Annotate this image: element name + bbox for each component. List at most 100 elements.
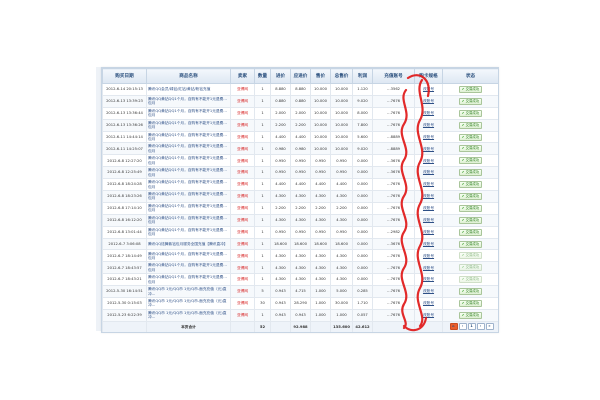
card-spec-cell[interactable]: 改账号 bbox=[414, 130, 443, 144]
product-name-cell[interactable]: 腾讯QQ会员/绿钻/红钻/黄钻/粉钻充值 bbox=[146, 83, 231, 96]
unit-price-cell: 1.000 bbox=[310, 297, 331, 310]
product-name-cell[interactable]: 腾讯QQ黄钻QQ1个月，自购有不能开1元退费…包月 bbox=[146, 178, 231, 192]
card-spec-cell[interactable]: 改账号 bbox=[414, 106, 443, 120]
status-label: 交易成功 bbox=[465, 217, 480, 222]
seller-name-cell: 亚博网 bbox=[230, 225, 255, 239]
table-row: 2012-6-7 18:43:21 腾讯QQ黄钻QQ1个月，自购有不能开1元退费…… bbox=[102, 273, 498, 287]
status-label: 交易成功 bbox=[465, 146, 480, 151]
total-quantity-cell: 52 bbox=[254, 320, 271, 332]
transaction-success-button[interactable]: ✔交易成功 bbox=[458, 299, 483, 307]
card-spec-cell[interactable]: 改账号 bbox=[414, 94, 443, 108]
card-spec-cell[interactable]: 改账号 bbox=[414, 166, 443, 180]
last-page-button[interactable]: » bbox=[485, 323, 494, 331]
product-name-cell[interactable]: 腾讯QQ黄钻QQ1个月，自购有不能开1元退费…包月 bbox=[146, 118, 231, 132]
unit-cost-cell: 4.300 bbox=[270, 261, 291, 275]
status-label: 交易成功 bbox=[465, 110, 480, 115]
product-name-cell[interactable]: 腾讯QQ黄钻QQ1个月，自购有不能开1元退费…包月 bbox=[146, 154, 231, 168]
seller-name-cell: 亚博网 bbox=[230, 297, 255, 310]
product-name-cell[interactable]: 腾讯QQ黄钻QQ1个月，自购有不能开1元退费…包月 bbox=[146, 249, 231, 263]
card-spec-cell[interactable]: 改账号 bbox=[414, 213, 443, 227]
product-name-cell[interactable]: 腾讯QQ黄钻QQ1个月，自购有不能开1元退费…包月 bbox=[146, 94, 231, 108]
transaction-success-button[interactable]: ✔交易成功 bbox=[458, 145, 483, 153]
seller-name-cell: 亚博网 bbox=[230, 201, 255, 215]
card-spec-cell[interactable]: 改账号 bbox=[414, 261, 443, 275]
transaction-success-button[interactable]: ✔交易成功 bbox=[458, 216, 483, 224]
product-name-cell[interactable]: 腾讯QQ黄钻QQ1个月，自购有不能开1元退费…包月 bbox=[146, 225, 231, 239]
transaction-success-button[interactable]: ✔交易成功 bbox=[458, 252, 483, 260]
transaction-success-button[interactable]: ✔交易成功 bbox=[458, 181, 483, 189]
card-spec-cell[interactable]: 改账号 bbox=[414, 154, 443, 168]
transaction-success-button[interactable]: ✔交易成功 bbox=[458, 192, 483, 200]
home-icon[interactable]: ⌂ bbox=[449, 323, 458, 331]
order-history-panel: 购买日期 商品名称 卖家 数量 进价 应进价 售价 总售价 利润 充值账号 购卡规格 状态 2012-… bbox=[101, 67, 499, 333]
transaction-success-button[interactable]: ✔交易成功 bbox=[458, 204, 483, 212]
card-spec-cell[interactable]: 改账号 bbox=[414, 201, 443, 215]
cost-total-cell: 0.880 bbox=[290, 94, 311, 108]
product-name-cell[interactable]: 腾讯QQ黄钻QQ1个月，自购有不能开1元退费…包月 bbox=[146, 190, 231, 203]
transaction-success-button[interactable]: ✔交易成功 bbox=[458, 121, 483, 129]
recharge-account-cell: …7676 bbox=[372, 285, 415, 299]
price-total-cell: 0.950 bbox=[330, 166, 353, 180]
price-total-cell: 10.000 bbox=[330, 106, 353, 120]
seller-name-cell: 亚博网 bbox=[230, 308, 255, 322]
card-spec-cell[interactable]: 改账号 bbox=[414, 285, 443, 299]
unit-price-cell: 4.300 bbox=[310, 249, 331, 263]
profit-cell: 0.000 bbox=[352, 166, 373, 180]
table-row: 2012-6-13 13:36:44 腾讯QQ黄钻QQ1个月，自购有不能开1元退费… bbox=[102, 106, 498, 120]
transaction-success-button[interactable]: ✔交易成功 bbox=[458, 228, 483, 236]
purchase-date-cell: 2012-6-7 18:43:21 bbox=[102, 273, 147, 287]
product-name-cell[interactable]: 腾讯QQ币 1元/QQ币 1元/Q币-面充充值（元)直冲… bbox=[146, 285, 231, 299]
transaction-success-button[interactable]: ✔交易成功 bbox=[458, 311, 483, 319]
card-spec-cell[interactable]: 改账号 bbox=[414, 142, 443, 156]
card-spec-cell[interactable]: 改账号 bbox=[414, 190, 443, 203]
transaction-success-button[interactable]: ✔交易成功 bbox=[458, 240, 483, 248]
table-row: 2012-6-11 14:44:14 腾讯QQ黄钻QQ1个月，自购有不能开1元退费… bbox=[102, 130, 498, 144]
transaction-success-button[interactable]: ✔交易成功 bbox=[458, 157, 483, 165]
transaction-success-button[interactable]: ✔交易成功 bbox=[458, 169, 483, 177]
product-name-cell[interactable]: 腾讯QQ黄钻QQ1个月，自购有不能开1元退费…包月 bbox=[146, 261, 231, 275]
transaction-success-button[interactable]: ✔交易成功 bbox=[458, 85, 483, 93]
status-label: 交易成功 bbox=[465, 289, 480, 294]
status-cell: ✔交易成功 bbox=[442, 130, 498, 144]
card-spec-cell[interactable]: 改账号 bbox=[414, 178, 443, 192]
status-label: 交易成功 bbox=[465, 182, 480, 187]
product-name-cell[interactable]: 腾讯QQ黄钻QQ1个月，自购有不能开1元退费…包月 bbox=[146, 166, 231, 180]
prev-page-button[interactable]: ‹ bbox=[458, 323, 467, 331]
check-icon: ✔ bbox=[461, 217, 465, 222]
product-name-cell[interactable]: 腾讯QQ炫舞紫钻包月服务全国充值【腾讯直冲】 bbox=[146, 237, 231, 251]
transaction-success-button[interactable]: ✔交易成功 bbox=[458, 264, 483, 272]
product-name-cell[interactable]: 腾讯QQ黄钻QQ1个月，自购有不能开1元退费…包月 bbox=[146, 213, 231, 227]
transaction-success-button[interactable]: ✔交易成功 bbox=[458, 109, 483, 117]
recharge-account-cell: …3676 bbox=[372, 154, 415, 168]
pager-cell: ⌂ ‹ 1 ›» bbox=[442, 320, 498, 332]
product-name-cell[interactable]: 腾讯QQ币 1元/QQ币 1元/Q币-面充充值（元)直冲… bbox=[146, 308, 231, 322]
card-spec-cell[interactable]: 改账号 bbox=[414, 83, 443, 96]
product-name-cell[interactable]: 腾讯QQ黄钻QQ1个月，自购有不能开1元退费…包月 bbox=[146, 273, 231, 287]
card-spec-cell[interactable]: 改账号 bbox=[414, 308, 443, 322]
page-number-button[interactable]: 1 bbox=[467, 323, 476, 331]
table-row: 2012-5-30 0:15:03 腾讯QQ币 1元/QQ币 1元/Q币-面充充值… bbox=[102, 297, 498, 310]
transaction-success-button[interactable]: ✔交易成功 bbox=[458, 276, 483, 284]
card-spec-cell[interactable]: 改账号 bbox=[414, 225, 443, 239]
unit-price-cell: 2.200 bbox=[310, 201, 331, 215]
transaction-success-button[interactable]: ✔交易成功 bbox=[458, 133, 483, 141]
product-name-cell[interactable]: 腾讯QQ黄钻QQ1个月，自购有不能开1元退费…包月 bbox=[146, 201, 231, 215]
card-spec-cell[interactable]: 改账号 bbox=[414, 237, 443, 251]
product-name-cell[interactable]: 腾讯QQ黄钻QQ1个月，自购有不能开1元退费…包月 bbox=[146, 130, 231, 144]
price-total-cell: 10.000 bbox=[330, 142, 353, 156]
purchase-date-cell: 2012-6-8 18:23:26 bbox=[102, 190, 147, 203]
product-name-cell[interactable]: 腾讯QQ黄钻QQ1个月，自购有不能开1元退费…包月 bbox=[146, 142, 231, 156]
transaction-success-button[interactable]: ✔交易成功 bbox=[458, 97, 483, 105]
card-spec-cell[interactable]: 改账号 bbox=[414, 249, 443, 263]
product-name-cell[interactable]: 腾讯QQ币 1元/QQ币 1元/Q币-面充充值（元)直冲… bbox=[146, 297, 231, 310]
table-row: 2012-6-8 18:24:28 腾讯QQ黄钻QQ1个月，自购有不能开1元退费…… bbox=[102, 178, 498, 192]
product-name-cell[interactable]: 腾讯QQ黄钻QQ1个月，自购有不能开1元退费…包月 bbox=[146, 106, 231, 120]
cost-total-cell: 8.880 bbox=[290, 83, 311, 96]
card-spec-cell[interactable]: 改账号 bbox=[414, 118, 443, 132]
check-icon: ✔ bbox=[461, 170, 465, 175]
seller-name-cell: 亚博网 bbox=[230, 249, 255, 263]
card-spec-cell[interactable]: 改账号 bbox=[414, 273, 443, 287]
card-spec-cell[interactable]: 改账号 bbox=[414, 297, 443, 310]
next-page-button[interactable]: › bbox=[476, 323, 485, 331]
transaction-success-button[interactable]: ✔交易成功 bbox=[458, 288, 483, 296]
